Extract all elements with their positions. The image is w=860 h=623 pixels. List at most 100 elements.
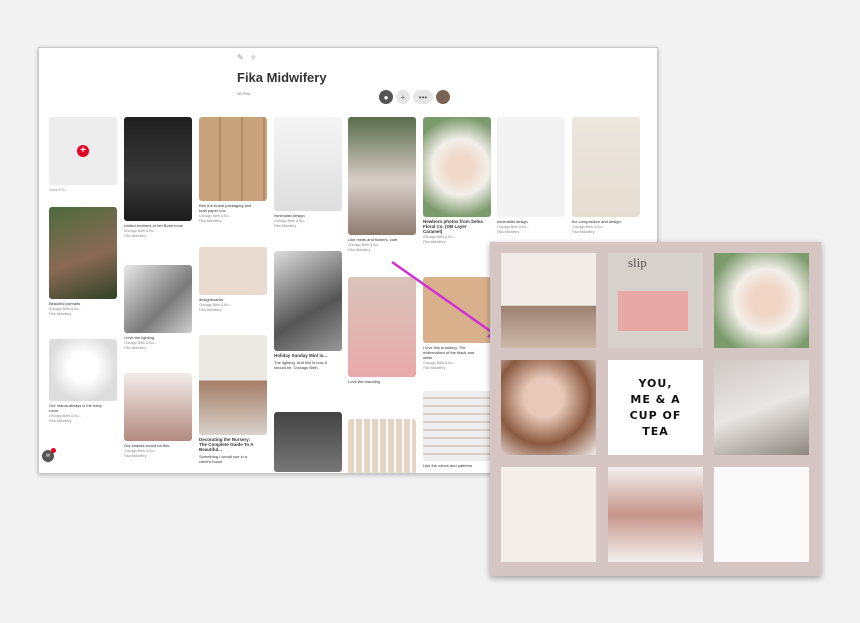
- pin-board: Fika Midwifery: [423, 240, 446, 244]
- pin-board: Fika Midwifery: [199, 219, 222, 223]
- collaborator-group-icon[interactable]: •••: [413, 90, 433, 104]
- pin-card[interactable]: I love this branding. The maternalism of…: [423, 277, 491, 370]
- pin-image[interactable]: [274, 412, 342, 472]
- pin-source: Chicago Birth & Bo...: [124, 341, 157, 345]
- pin-source: Chicago Birth & Bo...: [572, 225, 605, 229]
- pin-image[interactable]: [572, 117, 640, 217]
- pencil-icon[interactable]: ✎: [237, 53, 250, 62]
- pin-board: Fika Midwifery: [348, 248, 371, 252]
- pin-title: Like the colors and patterns: [423, 463, 473, 468]
- pin-description: The lighting. And this is how it should …: [274, 360, 327, 370]
- notification-badge: [51, 448, 56, 453]
- pin-image[interactable]: [124, 265, 192, 333]
- pin-image[interactable]: [274, 251, 342, 351]
- lock-icon[interactable]: ●: [379, 90, 393, 104]
- pin-card[interactable]: Newborn photos from Selva Floral Co. (OB…: [423, 117, 491, 244]
- pin-card[interactable]: Beautiful portraits Chicago Birth & Bo..…: [49, 207, 117, 316]
- pin-board: Fika Midwifery: [49, 419, 72, 423]
- pin-source: Chicago Birth & Bo...: [274, 219, 307, 223]
- slip-text: slip: [628, 255, 647, 270]
- pin-board: Fika Midwifery: [274, 224, 297, 228]
- pin-image[interactable]: [348, 117, 416, 235]
- save-pin-tile[interactable]: +: [49, 117, 117, 185]
- pin-card[interactable]: Decorating the Nursery: The Complete Gui…: [199, 335, 267, 464]
- pin-card[interactable]: [274, 412, 342, 472]
- pin-card[interactable]: Our shades would be this. Chicago Birth …: [124, 373, 192, 458]
- pin-board: Fika Midwifery: [199, 308, 222, 312]
- sparkle-icon[interactable]: ✧: [250, 53, 263, 62]
- moodboard-newborn-image: [714, 253, 809, 348]
- add-collaborator-icon[interactable]: +: [396, 90, 410, 104]
- pin-board: Fika Midwifery: [124, 234, 147, 238]
- pin-board: Fika Midwifery: [124, 454, 147, 458]
- pin-image[interactable]: [497, 117, 565, 217]
- pin-image[interactable]: [124, 117, 192, 221]
- pin-card[interactable]: minimalist design Chicago Birth & Bo... …: [497, 117, 565, 234]
- pin-card[interactable]: Bee the brand packaging and kraft paper …: [199, 117, 267, 223]
- board-tools: ✎✧: [237, 53, 262, 62]
- pin-title: United brothers of fort Bone bone: [124, 223, 184, 228]
- moodboard-zoom: slip YOU, ME & A CUP OF TEA: [490, 242, 821, 576]
- pin-title: I love this branding. The maternalism of…: [423, 345, 475, 360]
- moodboard-florals-image: [501, 467, 596, 562]
- pin-description: Something I would use in a client's home…: [199, 454, 248, 464]
- board-title: Fika Midwifery: [237, 70, 327, 85]
- moodboard-reading-image: [714, 360, 809, 455]
- pin-image[interactable]: [49, 339, 117, 401]
- moodboard-branding-image: slip: [608, 253, 703, 348]
- pin-image[interactable]: [274, 117, 342, 211]
- moodboard-mother-image: [501, 360, 596, 455]
- moodboard-quote-tile: YOU, ME & A CUP OF TEA: [608, 360, 703, 455]
- pin-image[interactable]: [423, 117, 491, 217]
- pin-count: 38 Pins: [237, 91, 251, 96]
- pin-image[interactable]: [348, 277, 416, 377]
- pin-source: Chicago Birth & Bo...: [497, 225, 530, 229]
- pin-source: Chicago Birth & Bo...: [199, 303, 232, 307]
- pin-board: Fika Midwifery: [423, 366, 446, 370]
- pin-card[interactable]: Like mints and flowers, cute Chicago Bir…: [348, 117, 416, 252]
- pin-image[interactable]: [49, 207, 117, 299]
- pin-card[interactable]: I love the lighting Chicago Birth & Bo..…: [124, 265, 192, 350]
- pin-title: minimalist design: [497, 219, 528, 224]
- pin-card[interactable]: Our mama always is the baby room Chicago…: [49, 339, 117, 423]
- pin-card[interactable]: [348, 419, 416, 473]
- save-pin-label: Save Pin: [49, 187, 66, 192]
- pin-source: Chicago Birth & Bo...: [348, 243, 381, 247]
- pin-source: Chicago Birth & Bo...: [423, 361, 456, 365]
- pin-board: Fika Midwifery: [49, 312, 72, 316]
- pin-card[interactable]: Love the branding: [348, 277, 416, 384]
- pin-title: Bee the brand packaging and kraft paper …: [199, 203, 252, 213]
- pin-source: Chicago Birth & Bo...: [49, 307, 82, 311]
- plus-icon[interactable]: +: [77, 145, 89, 157]
- collaborators-bar: ● + •••: [379, 90, 450, 104]
- pin-title: minimalist design: [274, 213, 305, 218]
- pin-image[interactable]: [199, 247, 267, 295]
- pin-title: Decorating the Nursery: The Complete Gui…: [199, 437, 254, 452]
- avatar[interactable]: [436, 90, 450, 104]
- pin-image[interactable]: [423, 391, 491, 461]
- pin-card[interactable]: minimalist design Chicago Birth & Bo... …: [274, 117, 342, 228]
- pin-image[interactable]: [199, 117, 267, 201]
- pin-title: Our mama always is the baby room: [49, 403, 102, 413]
- pin-card[interactable]: the composition and design Chicago Birth…: [572, 117, 640, 234]
- pin-board: Fika Midwifery: [572, 230, 595, 234]
- save-pin-card[interactable]: + Save Pin: [49, 117, 117, 192]
- notification-button[interactable]: ✉: [42, 448, 56, 462]
- moodboard-blanket-image: [714, 467, 809, 562]
- pin-card[interactable]: Like the colors and patterns: [423, 391, 491, 468]
- pin-image[interactable]: [348, 419, 416, 473]
- pink-box: [618, 291, 688, 331]
- pin-source: Chicago Birth & Bo...: [49, 414, 82, 418]
- notification-icon: ✉: [45, 453, 51, 459]
- pin-card[interactable]: Holiday Sunday Mint is... The lighting. …: [274, 251, 342, 370]
- pin-image[interactable]: [124, 373, 192, 441]
- pin-board: Fika Midwifery: [124, 346, 147, 350]
- pin-source: Chicago Birth & Bo...: [199, 214, 232, 218]
- moodboard-onesie-image: [608, 467, 703, 562]
- pin-card[interactable]: designboards Chicago Birth & Bo... Fika …: [199, 247, 267, 312]
- pin-image[interactable]: [199, 335, 267, 435]
- pin-title: Beautiful portraits: [49, 301, 81, 306]
- pin-card[interactable]: United brothers of fort Bone bone Chicag…: [124, 117, 192, 238]
- pin-title: Love the branding: [348, 379, 381, 384]
- pin-image[interactable]: [423, 277, 491, 343]
